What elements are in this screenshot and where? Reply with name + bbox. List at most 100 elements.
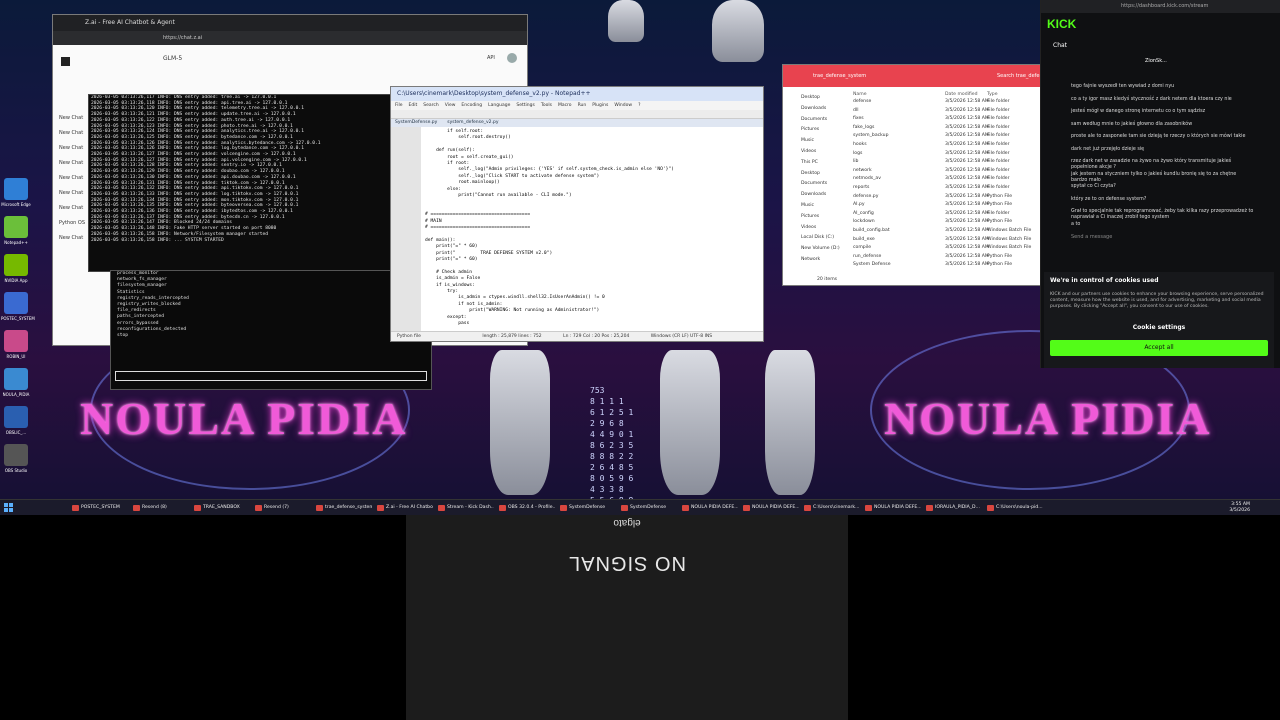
desktop-app-icon[interactable] <box>4 254 28 276</box>
taskbar-item[interactable]: SystemDefense <box>619 502 677 514</box>
explorer-file-name[interactable]: dll <box>853 108 858 113</box>
editor-menu-item[interactable]: Plugins <box>592 103 608 108</box>
browser-url[interactable]: https://chat.z.ai <box>163 35 202 41</box>
desktop-app-icon[interactable] <box>4 330 28 352</box>
explorer-nav-item[interactable]: This PC <box>801 160 818 165</box>
explorer-file-name[interactable]: build_exe <box>853 237 875 242</box>
zai-avatar[interactable] <box>507 53 517 63</box>
editor-menu-item[interactable]: ? <box>638 103 640 108</box>
explorer-nav-item[interactable]: New Volume (D:) <box>801 246 840 251</box>
editor-file-tab[interactable]: system_defense_v2.py <box>447 120 498 125</box>
desktop-app-icon[interactable] <box>4 368 28 390</box>
kick-url[interactable]: https://dashboard.kick.com/stream <box>1121 3 1208 9</box>
taskbar-item[interactable]: NOULA PIDIA DEFE... <box>680 502 738 514</box>
explorer-file-name[interactable]: netmods_av <box>853 176 881 181</box>
zai-chat-item[interactable]: New Chat <box>59 130 83 136</box>
explorer-file-name[interactable]: run_defense <box>853 254 881 259</box>
zai-chat-item[interactable]: New Chat <box>59 115 83 121</box>
zai-chat-item[interactable]: New Chat <box>59 205 83 211</box>
explorer-file-name[interactable]: compile <box>853 245 871 250</box>
zai-chat-item[interactable]: New Chat <box>59 190 83 196</box>
desktop-app-icon[interactable] <box>4 292 28 314</box>
explorer-nav-item[interactable]: Videos <box>801 225 816 230</box>
taskbar-item[interactable]: Resend (7) <box>253 502 311 514</box>
explorer-file-name[interactable]: System Defense <box>853 262 891 267</box>
explorer-nav-item[interactable]: Local Disk (C:) <box>801 235 834 240</box>
explorer-file-name[interactable]: lib <box>853 159 858 164</box>
kick-send-input[interactable]: Send a message <box>1071 234 1191 244</box>
explorer-file-name[interactable]: AI.py <box>853 202 865 207</box>
explorer-address-bar[interactable]: trae_defense_system Search trae_defense_… <box>783 65 1073 87</box>
explorer-nav-item[interactable]: Documents <box>801 117 827 122</box>
desktop-app-icon[interactable] <box>4 444 28 466</box>
editor-menu-item[interactable]: Search <box>423 103 438 108</box>
explorer-file-name[interactable]: fake_logs <box>853 125 874 130</box>
taskbar-item[interactable]: NOULA PIDIA DEFE... <box>741 502 799 514</box>
taskbar-item[interactable]: SystemDefense <box>558 502 616 514</box>
explorer-column-header[interactable]: Type <box>987 92 998 97</box>
zai-chat-item[interactable]: New Chat <box>59 160 83 166</box>
explorer-nav-item[interactable]: Music <box>801 203 814 208</box>
explorer-file-name[interactable]: system_backup <box>853 133 889 138</box>
editor-menu-item[interactable]: Run <box>578 103 587 108</box>
taskbar-item[interactable]: Z.ai - Free AI Chatbot <box>375 502 433 514</box>
zai-chat-item[interactable]: New Chat <box>59 175 83 181</box>
file-explorer-window[interactable]: trae_defense_system Search trae_defense_… <box>782 64 1074 286</box>
explorer-nav-item[interactable]: Desktop <box>801 171 820 176</box>
explorer-file-name[interactable]: hooks <box>853 142 867 147</box>
zai-chat-item[interactable]: New Chat <box>59 235 83 241</box>
browser-tab-bar[interactable]: Z.ai - Free AI Chatbot & Agent <box>53 15 527 31</box>
explorer-column-header[interactable]: Name <box>853 92 867 97</box>
zai-model-selector[interactable]: GLM-5 <box>163 55 182 62</box>
console-input[interactable] <box>115 371 427 381</box>
explorer-nav-item[interactable]: Music <box>801 138 814 143</box>
taskbar-item[interactable]: C:\Users\noula-pid... <box>985 502 1043 514</box>
editor-menu-item[interactable]: File <box>395 103 403 108</box>
editor-menu-item[interactable]: Settings <box>516 103 534 108</box>
editor-menu-item[interactable]: Encoding <box>461 103 482 108</box>
explorer-file-name[interactable]: defense.py <box>853 194 878 199</box>
browser-address-bar[interactable]: https://chat.z.ai <box>53 31 527 45</box>
editor-code-area[interactable]: if self.root: self.root.destroy() def ru… <box>391 127 763 331</box>
desktop-app-icon[interactable] <box>4 406 28 428</box>
taskbar-item[interactable]: NOULA PIDIA DEFE... <box>863 502 921 514</box>
cookie-accept-button[interactable]: Accept all <box>1050 340 1268 356</box>
editor-file-tab[interactable]: SystemDefense.py <box>395 120 437 125</box>
zai-chat-item[interactable]: New Chat <box>59 145 83 151</box>
editor-menu-item[interactable]: Tools <box>541 103 552 108</box>
taskbar-clock[interactable]: 3:55 AM 3/5/2026 <box>1229 502 1250 514</box>
browser-tab-title[interactable]: Z.ai - Free AI Chatbot & Agent <box>85 19 175 26</box>
notepadpp-window[interactable]: C:\Users\cinemark\Desktop\system_defense… <box>390 86 764 342</box>
taskbar-item[interactable]: TRAE_SANDBOX <box>192 502 250 514</box>
explorer-file-name[interactable]: defense <box>853 99 871 104</box>
taskbar-item[interactable]: Stream - Kick Dash... <box>436 502 494 514</box>
explorer-nav-item[interactable]: Pictures <box>801 214 819 219</box>
explorer-file-name[interactable]: logs <box>853 151 862 156</box>
taskbar-item[interactable]: OBS 32.0.4 - Profile... <box>497 502 555 514</box>
explorer-nav-item[interactable]: Documents <box>801 181 827 186</box>
explorer-column-header[interactable]: Date modified <box>945 92 978 97</box>
taskbar-item[interactable]: Resend (8) <box>131 502 189 514</box>
windows-start-icon[interactable] <box>4 503 14 513</box>
explorer-nav-item[interactable]: Desktop <box>801 95 820 100</box>
editor-menu-item[interactable]: Macro <box>558 103 572 108</box>
explorer-file-name[interactable]: fixes <box>853 116 864 121</box>
desktop-app-icon[interactable] <box>4 178 28 200</box>
explorer-nav-item[interactable]: Videos <box>801 149 816 154</box>
taskbar-item[interactable]: C:\Users\cinemark... <box>802 502 860 514</box>
zai-api-link[interactable]: API <box>487 55 495 61</box>
taskbar-item[interactable]: IORAULA_PIDIA_D... <box>924 502 982 514</box>
explorer-file-name[interactable]: reports <box>853 185 869 190</box>
status-console[interactable]: process_monitor network_fs_manager filesys… <box>110 270 432 390</box>
explorer-file-name[interactable]: network <box>853 168 872 173</box>
explorer-file-name[interactable]: AI_config <box>853 211 874 216</box>
explorer-path[interactable]: trae_defense_system <box>813 73 866 79</box>
cookie-settings-button[interactable]: Cookie settings <box>1044 324 1274 331</box>
explorer-nav-item[interactable]: Downloads <box>801 192 826 197</box>
desktop-app-icon[interactable] <box>4 216 28 238</box>
explorer-nav-item[interactable]: Pictures <box>801 127 819 132</box>
taskbar-item[interactable]: trae_defense_system <box>314 502 372 514</box>
editor-toolbar[interactable] <box>391 110 763 119</box>
taskbar-item[interactable]: POSTEC_SYSTEM <box>70 502 128 514</box>
explorer-file-name[interactable]: build_config.bat <box>853 228 890 233</box>
